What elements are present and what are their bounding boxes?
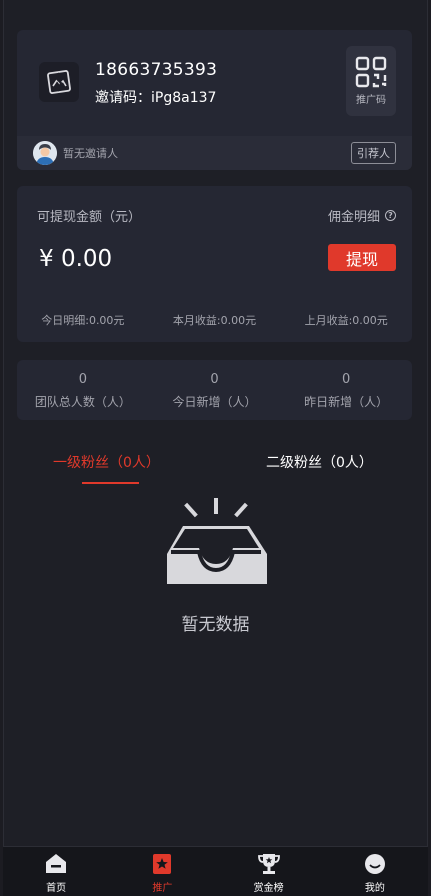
qr-code-icon (355, 56, 387, 88)
balance-card: 可提现金额（元） 佣金明细 ? ¥ 0.00 提现 今日明细:0.00元 本月收… (17, 186, 412, 342)
bottom-tab-bar: 首页 推广 赏金榜 我的 (3, 846, 428, 896)
broken-image-icon (47, 70, 71, 94)
tab-second-level-fans[interactable]: 二级粉丝（0人） (266, 452, 373, 472)
promote-icon (153, 854, 172, 874)
profile-icon (364, 854, 385, 874)
empty-state-text: 暂无数据 (181, 615, 250, 635)
tabbar-item-bounty[interactable]: 赏金榜 (216, 847, 322, 896)
team-yesterday-label: 昨日新增（人） (304, 395, 389, 409)
tabbar-item-promote[interactable]: 推广 (109, 847, 215, 896)
user-avatar[interactable] (39, 62, 79, 102)
team-yesterday: 0 昨日新增（人） (280, 360, 412, 420)
team-today: 0 今日新增（人） (149, 360, 281, 420)
home-icon (46, 854, 67, 873)
question-icon: ? (385, 210, 396, 221)
tabbar-label-bounty: 赏金榜 (253, 883, 284, 894)
referrer-text: 暂无邀请人 (63, 147, 118, 160)
tabbar-label-home: 首页 (46, 883, 67, 894)
trophy-icon (257, 854, 280, 874)
withdrawable-label: 可提现金额（元） (37, 210, 142, 225)
referrer-button[interactable]: 引荐人 (351, 142, 396, 164)
fans-tabs: 一级粉丝（0人） 二级粉丝（0人） (17, 452, 412, 492)
tabbar-label-promote: 推广 (152, 883, 173, 894)
team-yesterday-value: 0 (342, 372, 351, 387)
team-total-value: 0 (78, 372, 87, 387)
balance-amount: ¥ 0.00 (39, 246, 113, 272)
team-today-value: 0 (210, 372, 219, 387)
empty-box-icon (167, 498, 267, 584)
profile-card: 18663735393 邀请码：iPg8a137 推广码 暂无邀请人 引荐人 (17, 30, 412, 170)
default-avatar-icon (33, 141, 57, 165)
qr-label: 推广码 (356, 95, 386, 106)
tabbar-item-home[interactable]: 首页 (3, 847, 109, 896)
team-stats-card: 0 团队总人数（人） 0 今日新增（人） 0 昨日新增（人） (17, 360, 412, 420)
earnings-stats: 今日明细:0.00元 本月收益:0.00元 上月收益:0.00元 (17, 312, 412, 328)
commission-detail-link[interactable]: 佣金明细 ? (328, 206, 396, 225)
user-phone: 18663735393 (95, 60, 218, 80)
team-today-label: 今日新增（人） (172, 395, 257, 409)
month-earnings: 本月收益:0.00元 (172, 314, 257, 327)
team-total-label: 团队总人数（人） (34, 395, 131, 409)
withdraw-button[interactable]: 提现 (328, 244, 396, 271)
referrer-bar: 暂无邀请人 引荐人 (17, 136, 412, 170)
tabbar-label-mine: 我的 (364, 883, 385, 894)
tabbar-item-mine[interactable]: 我的 (322, 847, 428, 896)
commission-detail-label: 佣金明细 (327, 210, 380, 225)
referrer-avatar (33, 141, 57, 165)
today-detail: 今日明细:0.00元 (41, 314, 125, 327)
active-tab-indicator (82, 482, 139, 484)
last-month-earnings: 上月收益:0.00元 (304, 314, 388, 327)
invite-code: 邀请码：iPg8a137 (95, 90, 217, 106)
team-total: 0 团队总人数（人） (17, 360, 149, 420)
tab-first-level-fans[interactable]: 一级粉丝（0人） (53, 452, 160, 472)
promo-qr-button[interactable]: 推广码 (346, 46, 396, 116)
